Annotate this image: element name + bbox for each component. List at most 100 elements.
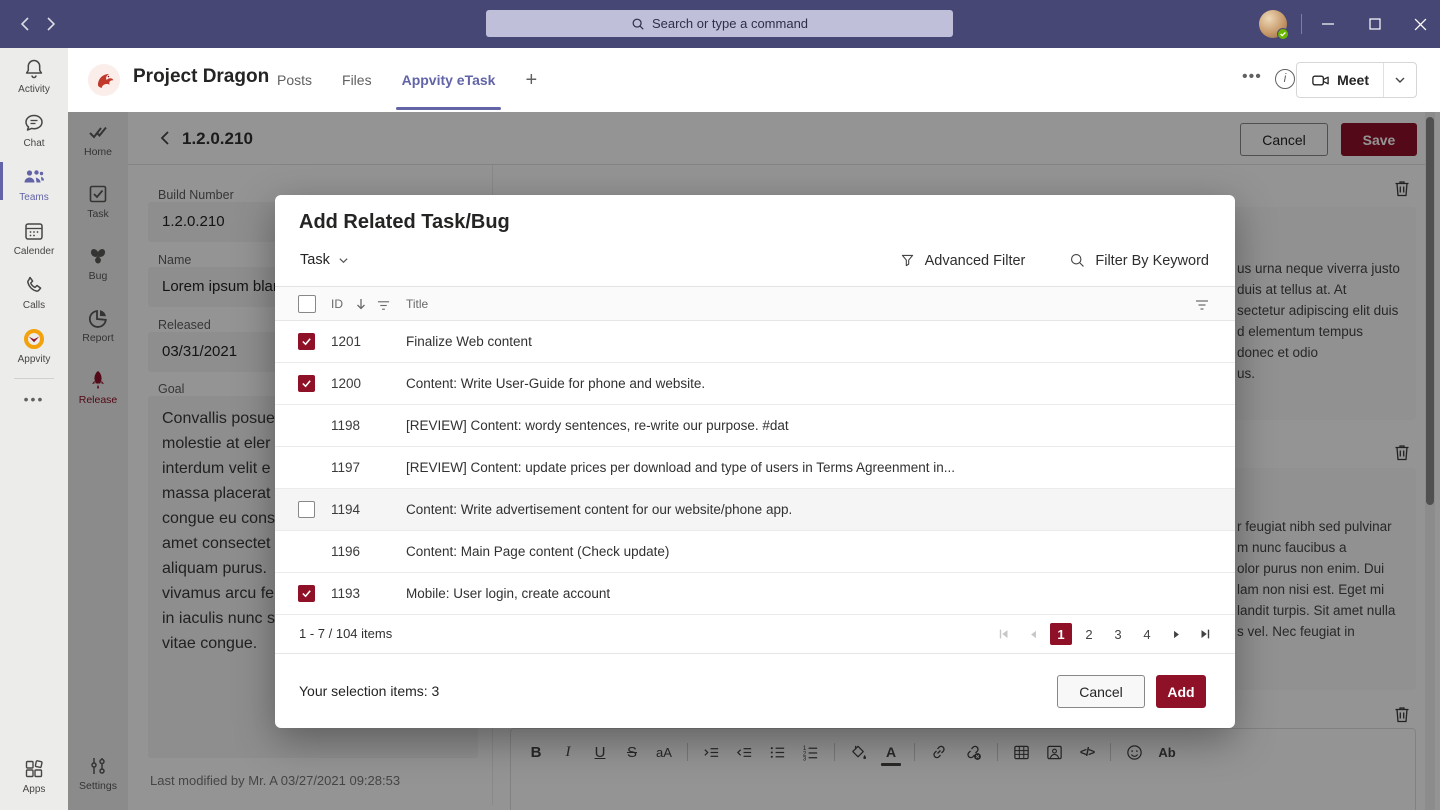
rail-item-calendar[interactable]: Calender — [0, 210, 68, 264]
calendar-icon — [22, 219, 46, 243]
channel-header: Project Dragon Posts Files Appvity eTask… — [68, 48, 1440, 112]
row-checkbox[interactable] — [298, 501, 315, 518]
select-all-checkbox[interactable] — [298, 295, 316, 313]
next-page-button[interactable] — [1164, 622, 1188, 646]
header-more-button[interactable]: ••• — [1242, 68, 1262, 86]
rail-item-apps[interactable]: Apps — [0, 748, 68, 802]
page-button-4[interactable]: 4 — [1135, 622, 1159, 646]
forward-arrow-icon[interactable] — [40, 14, 60, 34]
phone-icon — [22, 273, 46, 297]
rail-item-teams[interactable]: Teams — [0, 156, 68, 210]
row-checkbox[interactable] — [298, 375, 315, 392]
pagination-bar: 1 - 7 / 104 items 1 2 3 4 — [275, 615, 1235, 654]
table-filter-icon[interactable] — [1195, 298, 1209, 312]
selection-count-text: Your selection items: 3 — [299, 654, 439, 728]
column-header-title[interactable]: Title — [406, 287, 428, 321]
rail-label: Calls — [0, 300, 68, 311]
advanced-filter-label: Advanced Filter — [925, 253, 1026, 269]
teams-window: Search or type a command Activity — [0, 0, 1440, 810]
column-filter-icon[interactable] — [377, 299, 390, 312]
add-related-task-modal: Add Related Task/Bug Task Advanced Filte… — [275, 195, 1235, 728]
meet-label: Meet — [1337, 72, 1369, 88]
pagination-summary: 1 - 7 / 104 items — [299, 615, 392, 653]
task-id: 1200 — [331, 363, 361, 404]
type-selector-dropdown[interactable]: Task — [300, 252, 349, 268]
task-id: 1193 — [331, 573, 360, 614]
maximize-button[interactable] — [1352, 0, 1397, 48]
row-checkbox[interactable] — [298, 585, 315, 602]
filter-by-keyword-button[interactable]: Filter By Keyword — [1069, 252, 1209, 269]
page-button-3[interactable]: 3 — [1106, 622, 1130, 646]
modal-filters: Advanced Filter Filter By Keyword — [899, 252, 1209, 269]
sort-descending-icon[interactable] — [354, 297, 368, 311]
chevron-down-icon — [338, 255, 349, 266]
task-title: Content: Main Page content (Check update… — [406, 531, 1195, 572]
previous-page-button[interactable] — [1021, 622, 1045, 646]
task-id: 1201 — [331, 321, 361, 362]
rail-label: Activity — [0, 84, 68, 95]
rail-divider — [14, 378, 54, 379]
rail-label: Appvity — [0, 354, 68, 365]
task-id: 1196 — [331, 531, 360, 572]
task-title: Finalize Web content — [406, 321, 1195, 362]
column-header-id[interactable]: ID — [331, 287, 343, 321]
app-rail: Activity Chat Teams Calender Calls — [0, 48, 68, 810]
filter-keyword-label: Filter By Keyword — [1095, 253, 1209, 269]
search-placeholder: Search or type a command — [652, 16, 808, 31]
table-row[interactable]: 1201 Finalize Web content — [275, 321, 1235, 363]
tab-appvity-etask[interactable]: Appvity eTask — [402, 48, 496, 112]
chat-icon — [22, 111, 46, 135]
teams-icon — [22, 165, 46, 189]
advanced-filter-button[interactable]: Advanced Filter — [899, 252, 1026, 269]
meet-button[interactable]: Meet — [1297, 63, 1383, 97]
first-page-button[interactable] — [992, 622, 1016, 646]
task-title: [REVIEW] Content: wordy sentences, re-wr… — [406, 405, 1195, 446]
tab-posts[interactable]: Posts — [277, 48, 312, 112]
table-header: ID Title — [275, 286, 1235, 321]
rail-more-button[interactable]: ••• — [0, 385, 68, 413]
last-page-button[interactable] — [1193, 622, 1217, 646]
user-avatar[interactable] — [1259, 10, 1287, 38]
table-row[interactable]: 1193 Mobile: User login, create account — [275, 573, 1235, 615]
task-id: 1198 — [331, 405, 360, 446]
presence-available-icon — [1277, 28, 1289, 40]
search-icon — [631, 17, 645, 31]
rail-item-activity[interactable]: Activity — [0, 48, 68, 102]
modal-add-button[interactable]: Add — [1156, 675, 1206, 708]
camera-icon — [1311, 71, 1330, 90]
bell-icon — [22, 57, 46, 81]
tab-files[interactable]: Files — [342, 48, 372, 112]
appvity-logo-icon — [22, 327, 46, 351]
search-icon — [1069, 252, 1086, 269]
task-id: 1194 — [331, 489, 360, 530]
table-row[interactable]: 1197 [REVIEW] Content: update prices per… — [275, 447, 1235, 489]
rail-item-calls[interactable]: Calls — [0, 264, 68, 318]
add-tab-button[interactable]: + — [525, 48, 537, 112]
task-title: Content: Write User-Guide for phone and … — [406, 363, 1195, 404]
minimize-button[interactable] — [1305, 0, 1350, 48]
close-button[interactable] — [1398, 0, 1440, 48]
titlebar: Search or type a command — [0, 0, 1440, 48]
page-button-2[interactable]: 2 — [1077, 622, 1101, 646]
meet-dropdown-button[interactable] — [1383, 63, 1416, 97]
funnel-icon — [899, 252, 916, 269]
task-table: 1201 Finalize Web content 1200 Content: … — [275, 321, 1235, 615]
type-selector-value: Task — [300, 252, 330, 268]
task-title: [REVIEW] Content: update prices per down… — [406, 447, 1195, 488]
info-icon[interactable]: i — [1275, 69, 1295, 89]
row-checkbox[interactable] — [298, 333, 315, 350]
modal-footer: Your selection items: 3 Cancel Add — [275, 654, 1235, 728]
modal-cancel-button[interactable]: Cancel — [1057, 675, 1145, 708]
rail-label: Chat — [0, 138, 68, 149]
table-row[interactable]: 1194 Content: Write advertisement conten… — [275, 489, 1235, 531]
team-logo[interactable] — [88, 64, 120, 96]
meet-split-button: Meet — [1296, 62, 1417, 98]
page-button-1[interactable]: 1 — [1050, 623, 1072, 645]
command-search-box[interactable]: Search or type a command — [486, 10, 953, 37]
back-arrow-icon[interactable] — [16, 14, 36, 34]
rail-item-chat[interactable]: Chat — [0, 102, 68, 156]
rail-item-appvity[interactable]: Appvity — [0, 318, 68, 372]
table-row[interactable]: 1200 Content: Write User-Guide for phone… — [275, 363, 1235, 405]
table-row[interactable]: 1196 Content: Main Page content (Check u… — [275, 531, 1235, 573]
table-row[interactable]: 1198 [REVIEW] Content: wordy sentences, … — [275, 405, 1235, 447]
